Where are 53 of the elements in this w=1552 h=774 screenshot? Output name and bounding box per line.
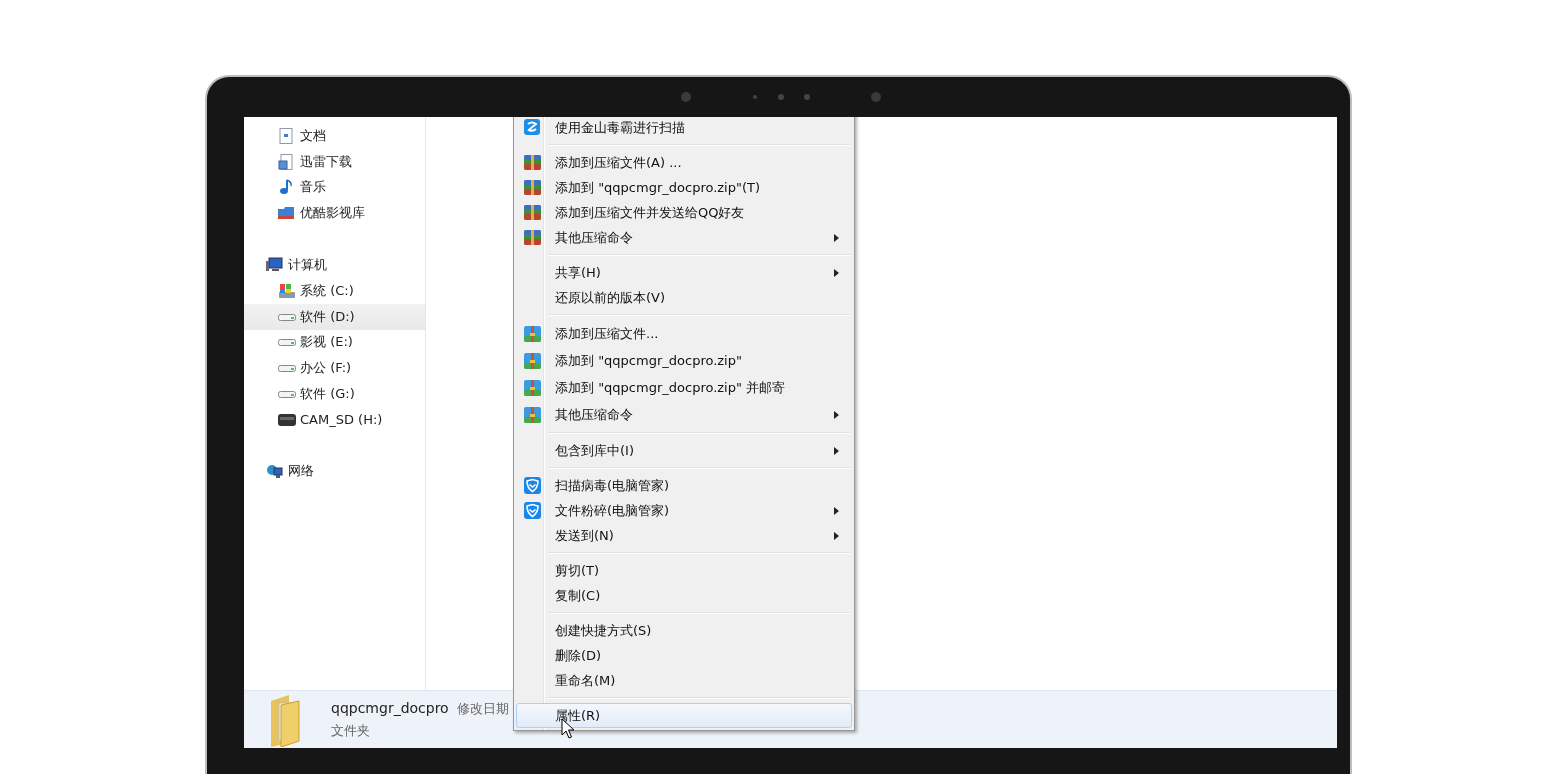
nav-item[interactable]: 办公 (F:) [244, 355, 425, 382]
menu-item[interactable]: 包含到库中(I) [516, 438, 852, 463]
drive-icon [278, 411, 296, 428]
nav-item[interactable]: 音乐 [244, 174, 425, 201]
nav-item[interactable]: 系统 (C:) [244, 278, 425, 304]
document-icon [278, 153, 296, 170]
shield-icon [523, 477, 541, 494]
nav-item[interactable]: 影视 (E:) [244, 329, 425, 356]
menu-item[interactable]: 添加到 "qqpcmgr_docpro.zip" [516, 347, 852, 374]
nav-item[interactable]: 软件 (D:) [244, 303, 425, 330]
nav-item[interactable]: CAM_SD (H:) [244, 406, 425, 433]
archive-icon [523, 229, 541, 246]
network-icon [266, 462, 284, 479]
drive-icon [278, 282, 296, 299]
menu-item[interactable]: 共享(H) [516, 260, 852, 285]
archive-icon [523, 352, 541, 369]
file-type: 文件夹 [331, 721, 371, 740]
menu-item[interactable]: 其他压缩命令 [516, 401, 852, 428]
menu-item[interactable]: 重命名(M) [516, 668, 852, 693]
folder-icon [278, 205, 296, 222]
document-icon [278, 127, 296, 144]
menu-item[interactable]: 添加到 "qqpcmgr_docpro.zip" 并邮寄 [516, 374, 852, 401]
archive-icon [523, 325, 541, 342]
menu-item[interactable]: 复制(C) [516, 583, 852, 608]
menu-item[interactable]: 其他压缩命令 [516, 225, 852, 250]
menu-item[interactable]: 添加到压缩文件(A) ... [516, 150, 852, 175]
menu-item[interactable]: 扫描病毒(电脑管家) [516, 473, 852, 498]
menu-item[interactable]: 剪切(T) [516, 558, 852, 583]
menu-item[interactable]: 文件粉碎(电脑管家) [516, 498, 852, 523]
archive-icon [523, 379, 541, 396]
nav-item[interactable]: 优酷影视库 [244, 200, 425, 227]
menu-item[interactable]: 添加到 "qqpcmgr_docpro.zip"(T) [516, 175, 852, 200]
nav-item[interactable]: 计算机 [244, 252, 425, 278]
computer-icon [266, 257, 284, 274]
archive-icon [523, 179, 541, 196]
nav-item[interactable]: 迅雷下载 [244, 148, 425, 175]
nav-item[interactable]: 软件 (G:) [244, 381, 425, 407]
field-label: 修改日期 [456, 699, 509, 718]
antivirus-icon [523, 119, 541, 136]
archive-icon [523, 204, 541, 221]
menu-item[interactable]: 添加到压缩文件并发送给QQ好友 [516, 200, 852, 225]
menu-item[interactable]: 创建快捷方式(S) [516, 618, 852, 643]
menu-item[interactable]: 添加到压缩文件... [516, 320, 852, 347]
menu-item[interactable]: 发送到(N) [516, 523, 852, 548]
archive-icon [523, 406, 541, 423]
nav-item[interactable]: 文档 [244, 123, 425, 149]
archive-icon [523, 154, 541, 171]
menu-item[interactable]: 使用金山毒霸进行扫描 [516, 117, 852, 140]
file-name: qqpcmgr_docpro [331, 699, 449, 716]
shield-icon [523, 502, 541, 519]
menu-item[interactable]: 还原以前的版本(V) [516, 285, 852, 310]
menu-item[interactable]: 删除(D) [516, 643, 852, 668]
nav-item[interactable]: 网络 [244, 457, 425, 484]
